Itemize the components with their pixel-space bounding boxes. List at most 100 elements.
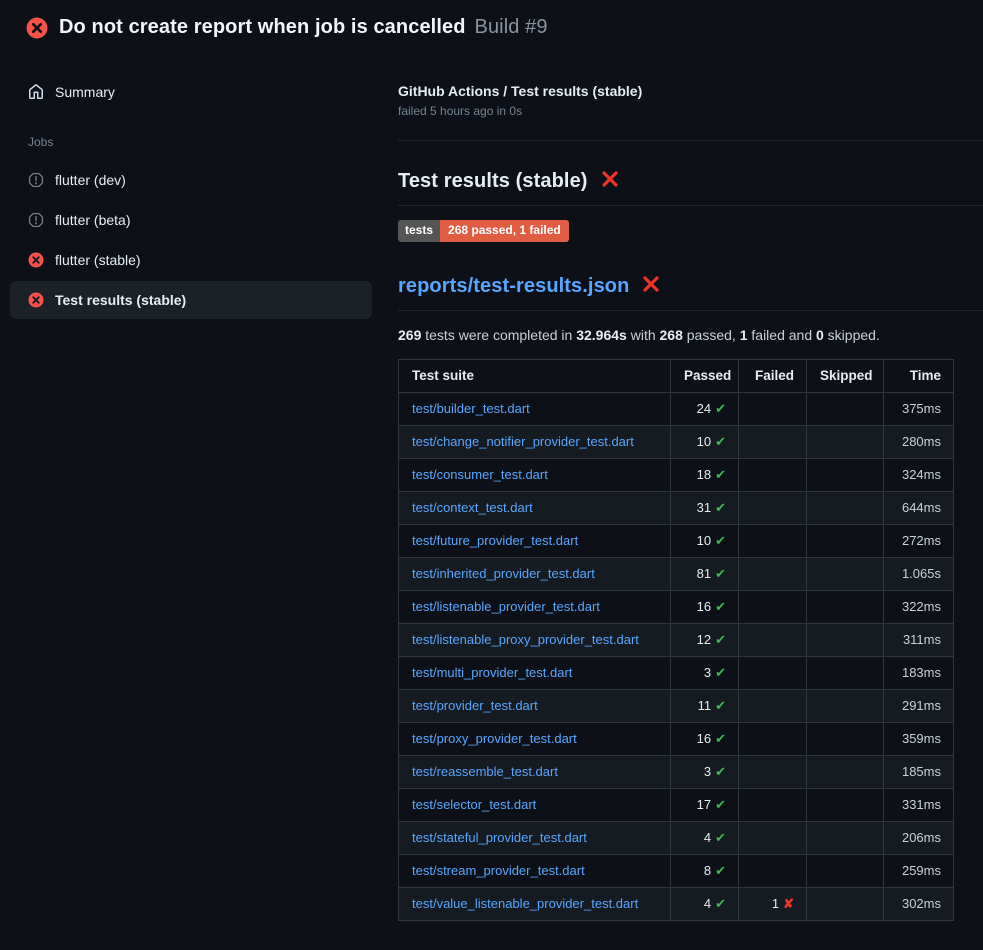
- time-cell: 324ms: [884, 459, 954, 492]
- sidebar-summary-label: Summary: [55, 84, 115, 100]
- tests-badge-label: tests: [398, 220, 440, 242]
- skipped-cell: [807, 789, 884, 822]
- passed-cell: 3✔: [671, 756, 739, 789]
- page-title: Do not create report when job is cancell…: [59, 16, 548, 39]
- table-row: test/change_notifier_provider_test.dart …: [399, 426, 954, 459]
- test-suite-link[interactable]: test/builder_test.dart: [412, 401, 530, 416]
- run-title: Do not create report when job is cancell…: [59, 16, 466, 39]
- failed-icon: [28, 252, 44, 268]
- sidebar-job-label: Test results (stable): [55, 292, 186, 308]
- results-table: Test suite Passed Failed Skipped Time te…: [398, 359, 954, 921]
- passed-cell: 8✔: [671, 855, 739, 888]
- test-suite-link[interactable]: test/listenable_proxy_provider_test.dart: [412, 632, 639, 647]
- time-cell: 206ms: [884, 822, 954, 855]
- passed-cell: 4✔: [671, 888, 739, 921]
- main-content: GitHub Actions / Test results (stable) f…: [372, 53, 983, 921]
- time-cell: 259ms: [884, 855, 954, 888]
- time-cell: 359ms: [884, 723, 954, 756]
- table-row: test/reassemble_test.dart 3✔ 185ms: [399, 756, 954, 789]
- sidebar-job-item[interactable]: flutter (beta): [10, 201, 372, 239]
- test-suite-link[interactable]: test/future_provider_test.dart: [412, 533, 578, 548]
- skipped-cell: [807, 525, 884, 558]
- skipped-cell: [807, 393, 884, 426]
- time-cell: 302ms: [884, 888, 954, 921]
- column-header-passed: Passed: [671, 360, 739, 393]
- skipped-cell: [807, 690, 884, 723]
- failed-cell: 1✘: [739, 888, 807, 921]
- table-row: test/consumer_test.dart 18✔ 324ms: [399, 459, 954, 492]
- time-cell: 331ms: [884, 789, 954, 822]
- failed-cell: [739, 591, 807, 624]
- passed-cell: 18✔: [671, 459, 739, 492]
- sidebar-job-label: flutter (stable): [55, 252, 141, 268]
- failed-x-icon: [641, 274, 661, 300]
- failed-cell: [739, 855, 807, 888]
- passed-cell: 31✔: [671, 492, 739, 525]
- skipped-cell: [807, 591, 884, 624]
- home-icon: [28, 84, 44, 100]
- failed-status-icon: [26, 17, 48, 39]
- skipped-cell: [807, 558, 884, 591]
- test-suite-link[interactable]: test/stateful_provider_test.dart: [412, 830, 587, 845]
- table-row: test/selector_test.dart 17✔ 331ms: [399, 789, 954, 822]
- test-suite-link[interactable]: test/listenable_provider_test.dart: [412, 599, 600, 614]
- time-cell: 1.065s: [884, 558, 954, 591]
- test-suite-link[interactable]: test/multi_provider_test.dart: [412, 665, 572, 680]
- skipped-cell: [807, 888, 884, 921]
- table-header-row: Test suite Passed Failed Skipped Time: [399, 360, 954, 393]
- test-suite-link[interactable]: test/context_test.dart: [412, 500, 533, 515]
- skipped-cell: [807, 459, 884, 492]
- skipped-cell: [807, 756, 884, 789]
- test-suite-link[interactable]: test/inherited_provider_test.dart: [412, 566, 595, 581]
- test-suite-link[interactable]: test/provider_test.dart: [412, 698, 538, 713]
- sidebar-item-summary[interactable]: Summary: [10, 73, 372, 111]
- report-link[interactable]: reports/test-results.json: [398, 275, 629, 298]
- sidebar-job-item[interactable]: Test results (stable): [10, 281, 372, 319]
- passed-cell: 3✔: [671, 657, 739, 690]
- test-suite-link[interactable]: test/reassemble_test.dart: [412, 764, 558, 779]
- column-header-time: Time: [884, 360, 954, 393]
- failed-cell: [739, 822, 807, 855]
- section-heading: Test results (stable): [398, 167, 983, 206]
- sidebar-job-item[interactable]: flutter (stable): [10, 241, 372, 279]
- time-cell: 311ms: [884, 624, 954, 657]
- failed-cell: [739, 657, 807, 690]
- skipped-cell: [807, 855, 884, 888]
- table-row: test/value_listenable_provider_test.dart…: [399, 888, 954, 921]
- time-cell: 322ms: [884, 591, 954, 624]
- sidebar: Summary Jobs flutter (dev): [0, 53, 372, 321]
- table-row: test/listenable_provider_test.dart 16✔ 3…: [399, 591, 954, 624]
- table-row: test/provider_test.dart 11✔ 291ms: [399, 690, 954, 723]
- table-row: test/proxy_provider_test.dart 16✔ 359ms: [399, 723, 954, 756]
- table-row: test/builder_test.dart 24✔ 375ms: [399, 393, 954, 426]
- passed-cell: 24✔: [671, 393, 739, 426]
- failed-x-icon: [600, 169, 620, 195]
- time-cell: 183ms: [884, 657, 954, 690]
- time-cell: 280ms: [884, 426, 954, 459]
- test-suite-link[interactable]: test/change_notifier_provider_test.dart: [412, 434, 634, 449]
- passed-cell: 10✔: [671, 525, 739, 558]
- passed-cell: 16✔: [671, 723, 739, 756]
- status-line: failed 5 hours ago in 0s: [398, 104, 983, 118]
- time-cell: 185ms: [884, 756, 954, 789]
- cancelled-icon: [28, 172, 44, 188]
- time-cell: 272ms: [884, 525, 954, 558]
- test-suite-link[interactable]: test/value_listenable_provider_test.dart: [412, 896, 638, 911]
- sidebar-job-item[interactable]: flutter (dev): [10, 161, 372, 199]
- failed-cell: [739, 723, 807, 756]
- test-suite-link[interactable]: test/consumer_test.dart: [412, 467, 548, 482]
- column-header-test-suite: Test suite: [399, 360, 671, 393]
- test-suite-link[interactable]: test/proxy_provider_test.dart: [412, 731, 577, 746]
- table-row: test/future_provider_test.dart 10✔ 272ms: [399, 525, 954, 558]
- test-suite-link[interactable]: test/selector_test.dart: [412, 797, 536, 812]
- failed-cell: [739, 624, 807, 657]
- failed-cell: [739, 426, 807, 459]
- skipped-cell: [807, 657, 884, 690]
- tests-badge: tests 268 passed, 1 failed: [398, 220, 569, 242]
- passed-cell: 4✔: [671, 822, 739, 855]
- failed-cell: [739, 393, 807, 426]
- failed-cell: [739, 789, 807, 822]
- passed-cell: 10✔: [671, 426, 739, 459]
- table-row: test/context_test.dart 31✔ 644ms: [399, 492, 954, 525]
- test-suite-link[interactable]: test/stream_provider_test.dart: [412, 863, 585, 878]
